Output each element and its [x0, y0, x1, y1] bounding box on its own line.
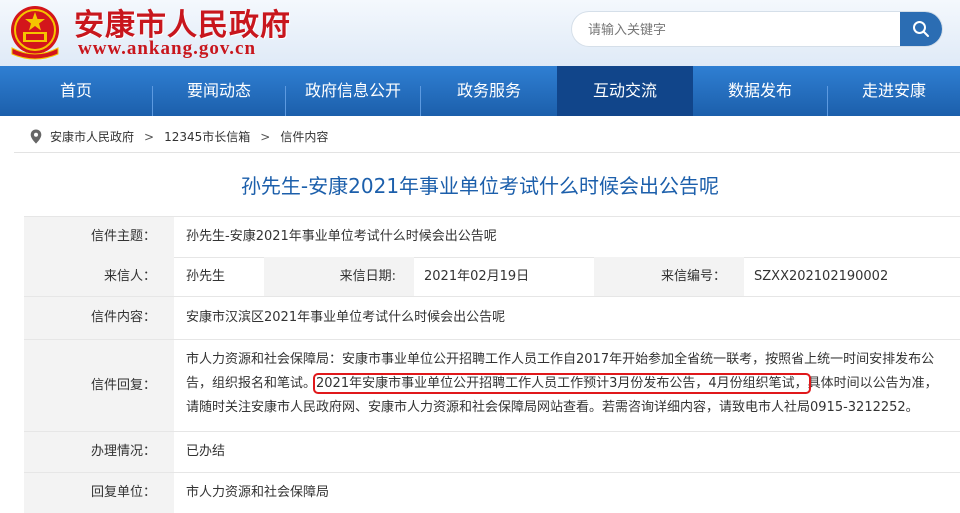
page-title: 孙先生-安康2021年事业单位考试什么时候会出公告呢	[240, 174, 720, 198]
row-sender-info: 来信人： 孙先生 来信日期: 2021年02月19日 来信编号： SZXX202…	[24, 257, 960, 297]
breadcrumb-home[interactable]: 安康市人民政府	[50, 128, 134, 145]
value-status: 已办结	[186, 444, 226, 459]
nav-item-services[interactable]: 政务服务	[421, 66, 557, 116]
nav-item-home[interactable]: 首页	[0, 66, 152, 116]
value-number: SZXX202102190002	[754, 269, 889, 284]
search-input[interactable]	[586, 12, 900, 48]
reply-highlight: 2021年安康市事业单位公开招聘工作人员工作预计3月份发布公告，4月份组织笔试，	[313, 373, 811, 394]
breadcrumb-current: 信件内容	[280, 130, 329, 144]
site-header: 安康市人民政府 www.ankang.gov.cn	[0, 0, 960, 66]
search-icon	[913, 21, 929, 37]
row-reply: 信件回复： 市人力资源和社会保障局：安康市事业单位公开招聘工作人员工作自2017…	[24, 340, 960, 432]
value-sender: 孙先生	[186, 269, 226, 284]
value-unit: 市人力资源和社会保障局	[186, 485, 330, 500]
location-pin-icon	[30, 129, 42, 144]
label-content: 信件内容：	[24, 297, 174, 339]
value-reply: 市人力资源和社会保障局：安康市事业单位公开招聘工作人员工作自2017年开始参加全…	[186, 348, 946, 420]
value-subject: 孙先生-安康2021年事业单位考试什么时候会出公告呢	[186, 229, 497, 244]
label-date: 来信日期:	[264, 257, 414, 296]
label-sender: 来信人：	[24, 257, 174, 296]
label-subject: 信件主题：	[24, 217, 174, 257]
nav-item-interaction[interactable]: 互动交流	[557, 66, 693, 116]
national-emblem-icon[interactable]	[4, 2, 66, 62]
nav-item-data[interactable]: 数据发布	[693, 66, 827, 116]
nav-item-news[interactable]: 要闻动态	[153, 66, 285, 116]
label-status: 办理情况：	[24, 432, 174, 472]
breadcrumb-mailbox[interactable]: 12345市长信箱	[164, 128, 250, 145]
row-content: 信件内容： 安康市汉滨区2021年事业单位考试什么时候会出公告呢	[24, 297, 960, 340]
site-url: www.ankang.gov.cn	[78, 38, 257, 59]
search-button[interactable]	[900, 12, 942, 46]
divider	[14, 152, 960, 153]
search-box	[572, 12, 942, 48]
breadcrumb: 安康市人民政府 > 12345市长信箱 > 信件内容	[30, 128, 328, 145]
value-date: 2021年02月19日	[424, 269, 530, 284]
breadcrumb-separator: >	[144, 129, 155, 144]
value-content: 安康市汉滨区2021年事业单位考试什么时候会出公告呢	[186, 310, 506, 325]
breadcrumb-separator: >	[260, 129, 271, 144]
row-unit: 回复单位： 市人力资源和社会保障局	[24, 473, 960, 513]
nav-item-about[interactable]: 走进安康	[828, 66, 960, 116]
nav-item-gov-info[interactable]: 政府信息公开	[286, 66, 420, 116]
row-subject: 信件主题： 孙先生-安康2021年事业单位考试什么时候会出公告呢	[24, 216, 960, 258]
row-status: 办理情况： 已办结	[24, 432, 960, 473]
label-reply: 信件回复：	[24, 340, 174, 431]
label-number: 来信编号：	[594, 257, 744, 296]
main-nav: 首页 要闻动态 政府信息公开 政务服务 互动交流 数据发布 走进安康	[0, 66, 960, 116]
label-unit: 回复单位：	[24, 473, 174, 513]
